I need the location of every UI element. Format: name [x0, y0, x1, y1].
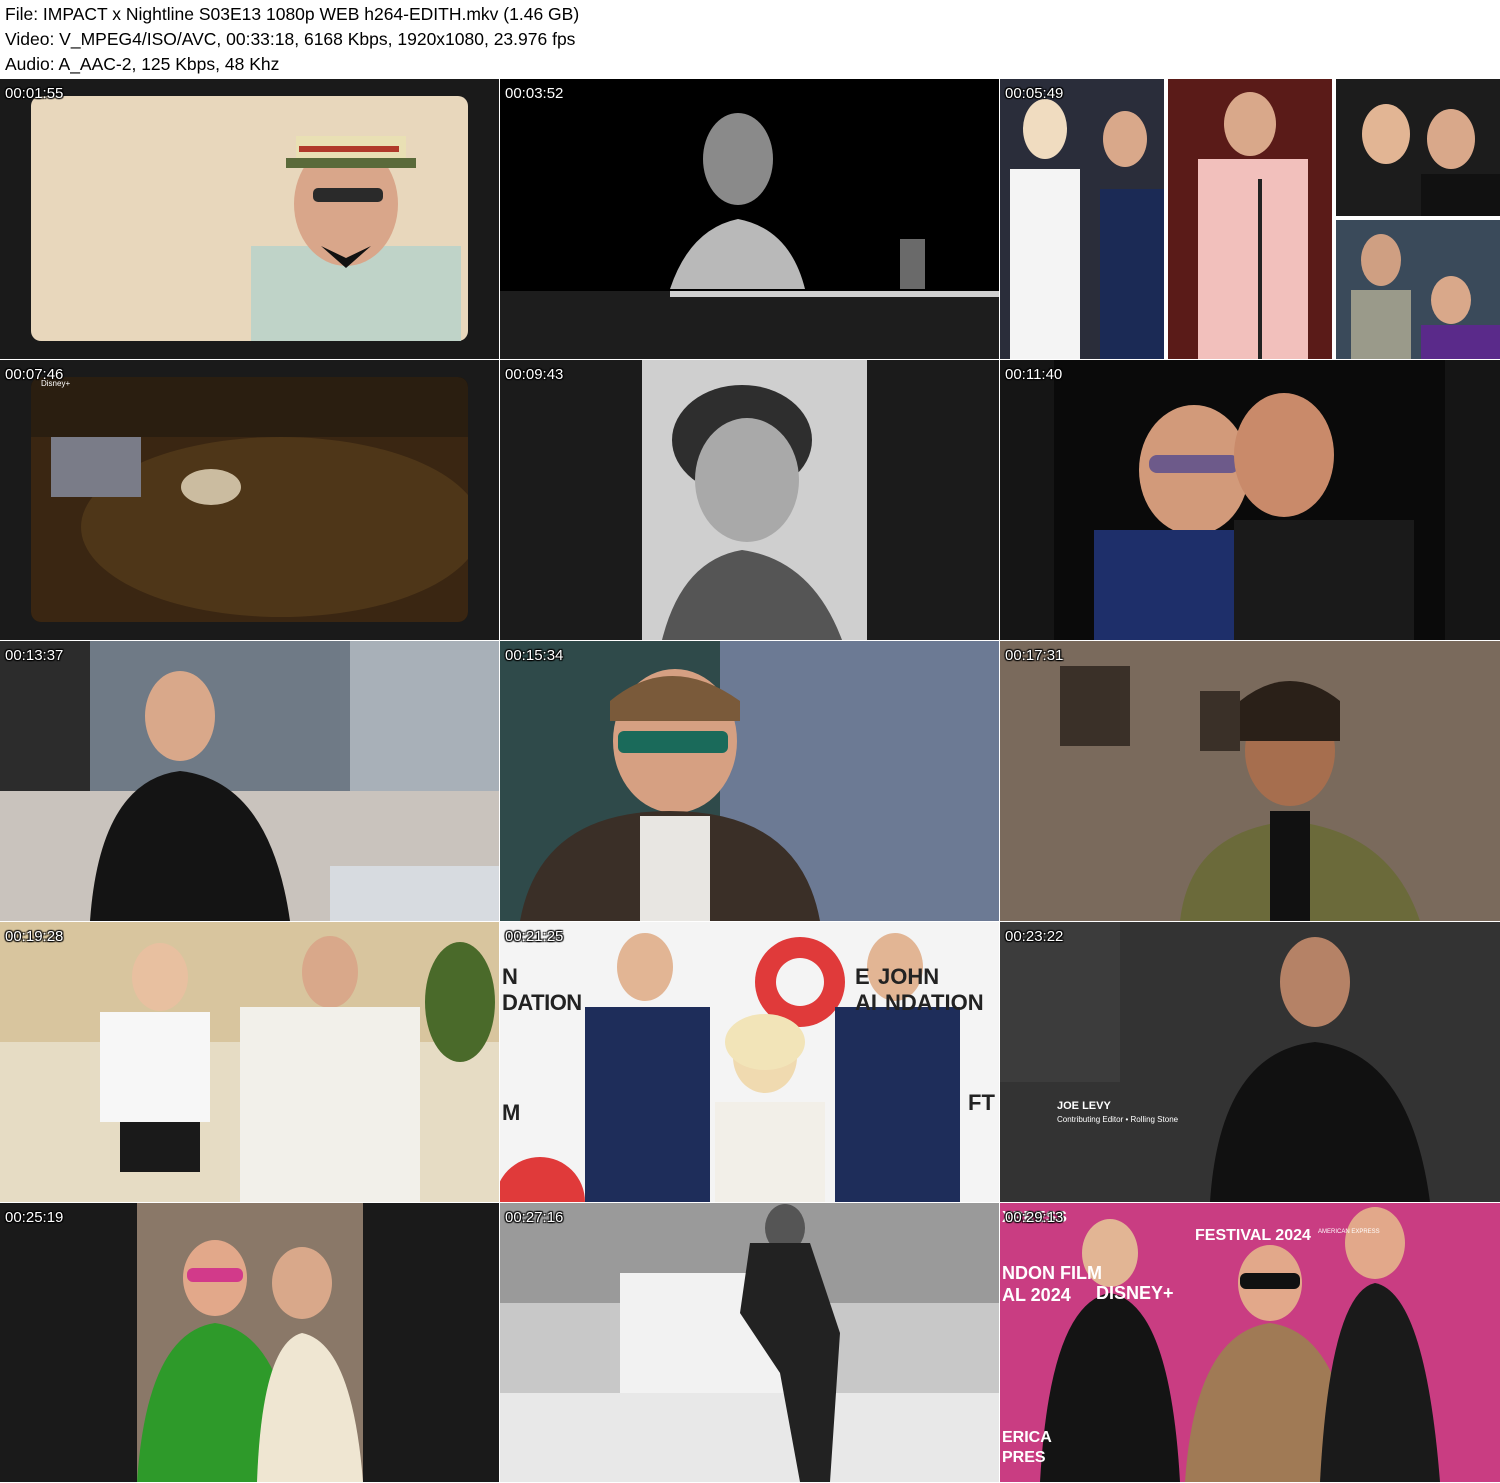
- backdrop-text-3: E: [855, 964, 870, 989]
- backdrop-text-2: FESTIVAL 2024: [1195, 1227, 1311, 1244]
- thumbnail-grid: 00:01:55 00:03:52 00:05:49 Disney+ 00:07…: [0, 79, 1500, 1482]
- interview-woman-jacket: [1000, 641, 1500, 921]
- two-men-selfie: [137, 1203, 363, 1482]
- file-info: File: IMPACT x Nightline S03E13 1080p WE…: [5, 4, 580, 24]
- lower-third-title: Contributing Editor • Rolling Stone: [1057, 1115, 1179, 1124]
- timestamp: 00:01:55: [5, 85, 64, 102]
- timestamp: 00:21:25: [505, 928, 564, 945]
- thumbnail-13[interactable]: 00:25:19: [0, 1203, 499, 1482]
- backdrop-text-4: NDON FILM: [1002, 1263, 1102, 1283]
- backdrop-text-4: JOHN: [878, 964, 940, 989]
- interview-on-couch: [0, 641, 499, 921]
- timestamp: 00:15:34: [505, 647, 564, 664]
- two-men-photo: [1054, 360, 1445, 640]
- backdrop-text-3: AMERICAN EXPRESS: [1318, 1229, 1380, 1235]
- audio-info: Audio: A_AAC-2, 125 Kbps, 48 Khz: [5, 54, 280, 74]
- thumbnail-12[interactable]: JOE LEVY Contributing Editor • Rolling S…: [1000, 922, 1500, 1202]
- singer-in-boater-hat: [251, 136, 461, 341]
- thumbnail-15[interactable]: XPRESS FESTIVAL 2024 AMERICAN EXPRESS ND…: [1000, 1203, 1500, 1482]
- backdrop-text-1: N: [502, 964, 518, 989]
- collage-photo-middle: [1168, 79, 1332, 359]
- pianist-bw-photo: [500, 113, 999, 359]
- thumbnail-8[interactable]: 00:15:34: [500, 641, 999, 921]
- backdrop-text-6: DISNEY+: [1096, 1283, 1174, 1303]
- thumbnail-10[interactable]: 00:19:28: [0, 922, 499, 1202]
- timestamp: 00:17:31: [1005, 647, 1064, 664]
- embrace-photo: [1094, 393, 1414, 640]
- timestamp: 00:23:22: [1005, 928, 1064, 945]
- thumbnail-4[interactable]: Disney+ 00:07:46: [0, 360, 499, 640]
- collage-photo-left: [1000, 79, 1164, 359]
- woman-portrait-bw: [662, 385, 842, 640]
- interview-on-sofa: [0, 922, 499, 1202]
- interview-man-dark: [1000, 922, 1500, 1202]
- thumbnail-11[interactable]: N DATION E JOHN AI NDATION M FT 00:21:25: [500, 922, 999, 1202]
- collage-photo-top-right: [1336, 79, 1500, 216]
- backdrop-text-7: M: [502, 1100, 521, 1125]
- collage-photo-bottom-right: [1336, 220, 1500, 359]
- video-info: Video: V_MPEG4/ISO/AVC, 00:33:18, 6168 K…: [5, 29, 576, 49]
- info-header: File: IMPACT x Nightline S03E13 1080p WE…: [0, 0, 1500, 78]
- backdrop-text-7: ERICA: [1002, 1429, 1052, 1446]
- timestamp: 00:11:40: [1005, 366, 1063, 383]
- backdrop-text-8: FT: [968, 1090, 995, 1115]
- backdrop-text-2: DATION: [502, 990, 582, 1015]
- timestamp: 00:19:28: [5, 928, 64, 945]
- thumbnail-1[interactable]: 00:01:55: [0, 79, 499, 359]
- thumbnail-9[interactable]: 00:17:31: [1000, 641, 1500, 921]
- timestamp: 00:09:43: [505, 366, 564, 383]
- backdrop-text-8: PRES: [1002, 1449, 1046, 1466]
- stadium-crowd: [31, 377, 468, 622]
- timestamp: 00:03:52: [505, 85, 564, 102]
- thumbnail-7[interactable]: 00:13:37: [0, 641, 499, 921]
- vintage-portrait: [642, 360, 867, 640]
- timestamp: 00:27:16: [505, 1209, 564, 1226]
- backdrop-text-6: NDATION: [885, 990, 984, 1015]
- timestamp: 00:05:49: [1005, 85, 1064, 102]
- thumbnail-14[interactable]: 00:27:16: [500, 1203, 999, 1482]
- thumbnail-2[interactable]: 00:03:52: [500, 79, 999, 359]
- timestamp: 00:13:37: [5, 647, 64, 664]
- green-suit-photo: [137, 1203, 363, 1482]
- backdrop-text-5: AI: [855, 990, 877, 1015]
- piano-stage-bw: [500, 1203, 999, 1482]
- lower-third-name: JOE LEVY: [1057, 1100, 1111, 1112]
- thumbnail-5[interactable]: 00:09:43: [500, 360, 999, 640]
- timestamp: 00:07:46: [5, 366, 64, 383]
- thumbnail-3[interactable]: 00:05:49: [1000, 79, 1500, 359]
- timestamp: 00:25:19: [5, 1209, 64, 1226]
- timestamp: 00:29:13: [1005, 1209, 1064, 1226]
- vintage-film-frame: [31, 96, 468, 341]
- stadium-concert-frame: Disney+: [31, 377, 468, 622]
- thumbnail-6[interactable]: 00:11:40: [1000, 360, 1500, 640]
- interview-man-glasses: [500, 641, 999, 921]
- backdrop-text-5: AL 2024: [1002, 1285, 1071, 1305]
